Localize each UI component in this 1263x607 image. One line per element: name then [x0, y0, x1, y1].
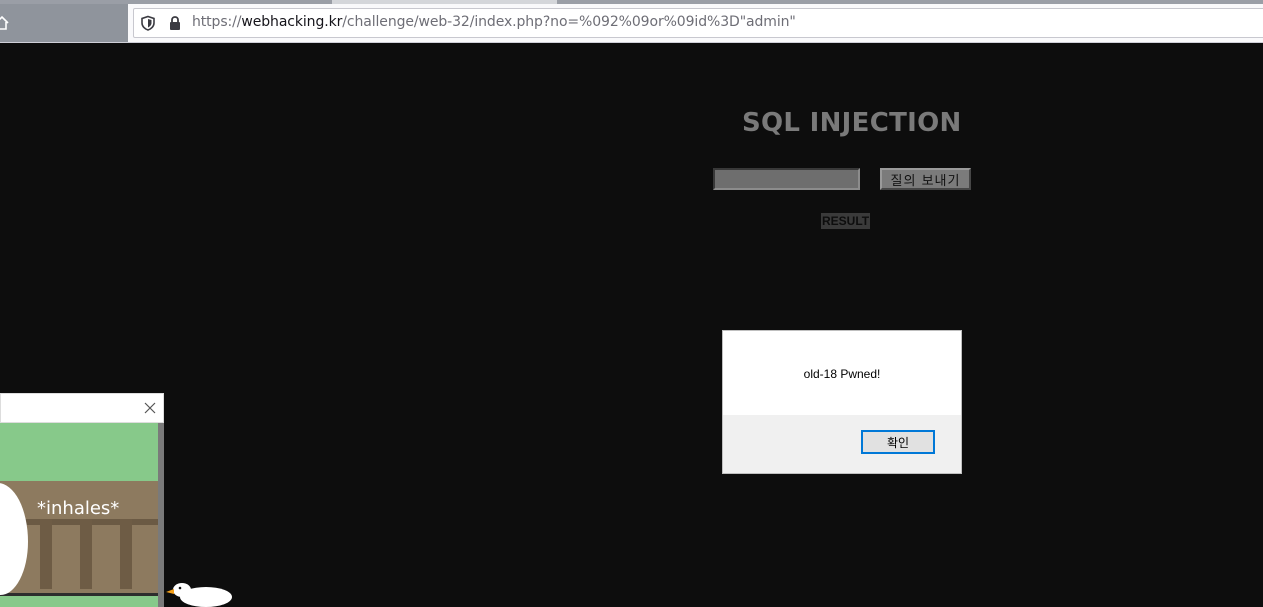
meme-image: *inhales*: [0, 423, 158, 607]
grass-strip: [0, 593, 158, 607]
fence-post: [40, 519, 52, 589]
goose-icon[interactable]: [164, 580, 234, 607]
url-path: /challenge/web-32/index.php?no=%092%09or…: [342, 14, 796, 30]
result-label: RESULT: [821, 213, 871, 229]
url-prefix: https://: [192, 14, 242, 30]
alert-message: old-18 Pwned!: [803, 367, 881, 381]
browser-toolbar: https://webhacking.kr/challenge/web-32/i…: [0, 4, 1263, 43]
widget-titlebar[interactable]: [0, 393, 164, 423]
home-icon[interactable]: [0, 15, 10, 31]
alert-ok-button[interactable]: 확인: [861, 430, 935, 454]
fence-post: [120, 519, 132, 589]
submit-query-button[interactable]: 질의 보내기: [880, 168, 971, 190]
page-title: SQL INJECTION: [742, 108, 962, 138]
query-input[interactable]: [713, 168, 860, 190]
close-icon[interactable]: [143, 401, 157, 415]
lock-icon[interactable]: [167, 15, 183, 31]
url-host: webhacking.kr: [241, 14, 343, 30]
url-text[interactable]: https://webhacking.kr/challenge/web-32/i…: [192, 14, 796, 30]
grass-area: [0, 423, 158, 481]
goose-meme-window[interactable]: *inhales*: [0, 393, 164, 607]
alert-dialog-body: old-18 Pwned!: [723, 331, 961, 415]
address-bar[interactable]: https://webhacking.kr/challenge/web-32/i…: [133, 8, 1263, 38]
fence-post: [80, 519, 92, 589]
tracking-protection-shield-icon[interactable]: [140, 15, 156, 31]
speech-text: *inhales*: [37, 498, 120, 519]
toolbar-left-area: [0, 4, 128, 42]
